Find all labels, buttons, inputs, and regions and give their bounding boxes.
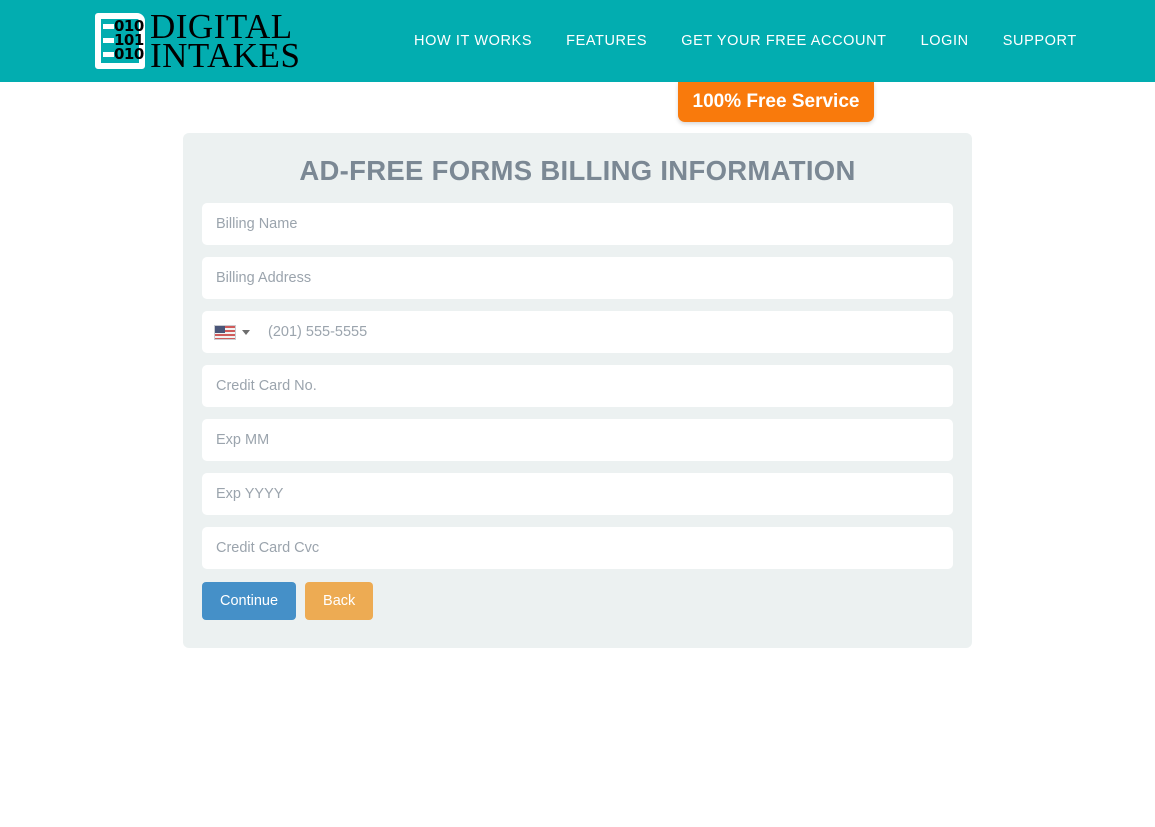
free-service-badge: 100% Free Service	[678, 82, 874, 122]
credit-card-cvc-input[interactable]	[202, 527, 953, 569]
billing-form: Continue Back	[202, 203, 953, 620]
chevron-down-icon	[242, 329, 250, 335]
logo-binary-digits: 010 101 010	[114, 19, 144, 63]
billing-address-input[interactable]	[202, 257, 953, 299]
field-row-credit-card-cvc	[202, 527, 953, 569]
field-row-billing-address	[202, 257, 953, 299]
logo-tick-2	[103, 38, 114, 43]
brand-logo[interactable]: 010 101 010 DIGITAL INTAKES	[92, 9, 300, 73]
us-flag-icon	[214, 324, 236, 340]
logo-tick-1	[103, 24, 114, 29]
billing-name-input[interactable]	[202, 203, 953, 245]
site-header: 010 101 010 DIGITAL INTAKES HOW IT WORKS…	[0, 0, 1155, 82]
nav-item-support[interactable]: SUPPORT	[1003, 27, 1077, 55]
form-actions: Continue Back	[202, 582, 953, 620]
nav-item-get-your-free-account[interactable]: GET YOUR FREE ACCOUNT	[681, 27, 886, 55]
brand-wordmark: DIGITAL INTAKES	[150, 10, 301, 75]
field-row-exp-mm	[202, 419, 953, 461]
back-button[interactable]: Back	[305, 582, 374, 620]
phone-field-row	[202, 311, 953, 353]
country-code-selector[interactable]	[202, 311, 256, 353]
billing-card: AD-FREE FORMS BILLING INFORMATION Billin…	[183, 133, 972, 648]
field-row-credit-card-no	[202, 365, 953, 407]
flag-canton	[215, 325, 225, 333]
field-row-exp-yyyy	[202, 473, 953, 515]
nav-item-login[interactable]: LOGIN	[921, 27, 969, 55]
brand-name-line-2: INTAKES	[150, 36, 301, 75]
page-title: AD-FREE FORMS BILLING INFORMATION	[299, 155, 856, 186]
continue-button[interactable]: Continue	[202, 582, 297, 620]
nav-item-features[interactable]: FEATURES	[566, 27, 647, 55]
nav-item-how-it-works[interactable]: HOW IT WORKS	[414, 27, 532, 55]
field-row-billing-name	[202, 203, 953, 245]
expiry-month-input[interactable]	[202, 419, 953, 461]
logo-binary-line-3: 010	[114, 45, 144, 63]
phone-number-input[interactable]	[256, 311, 953, 353]
document-binary-logo-icon: 010 101 010	[92, 10, 148, 72]
expiry-year-input[interactable]	[202, 473, 953, 515]
credit-card-number-input[interactable]	[202, 365, 953, 407]
logo-tick-3	[103, 52, 114, 57]
main-navigation: HOW IT WORKS FEATURES GET YOUR FREE ACCO…	[414, 0, 1077, 82]
